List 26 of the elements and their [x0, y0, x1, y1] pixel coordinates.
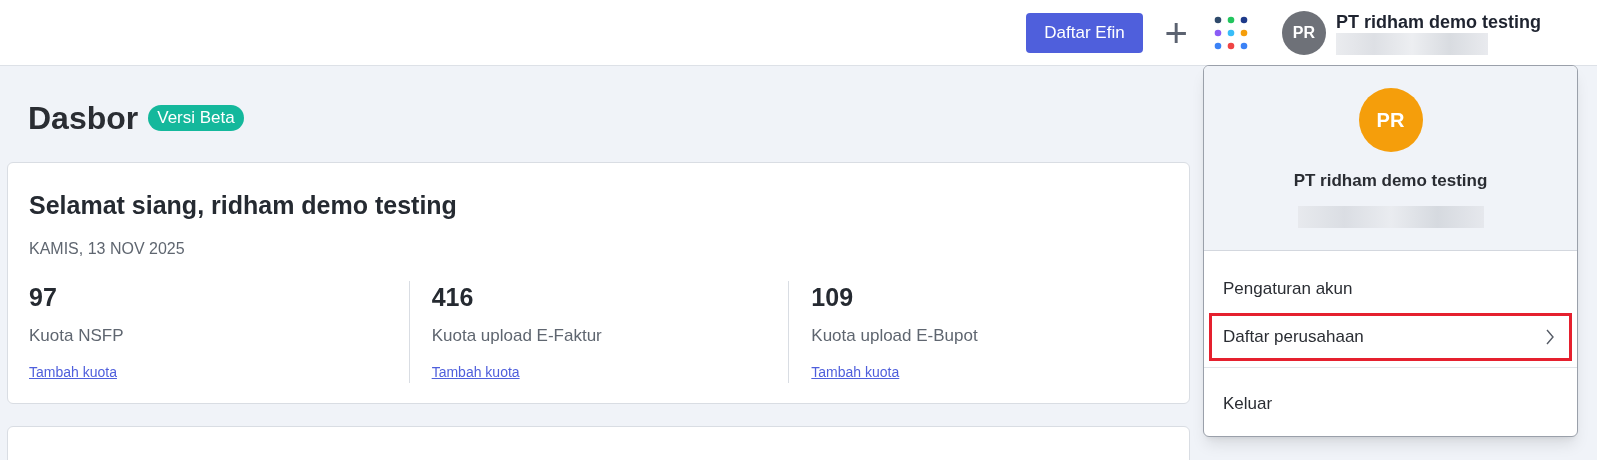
daftar-efin-button[interactable]: Daftar Efin: [1026, 12, 1143, 53]
stat-value: 416: [431, 281, 475, 313]
menu-item-label: Keluar: [1223, 392, 1273, 415]
stat-label: Kuota upload E-Bupot: [811, 324, 979, 347]
menu-item[interactable]: Daftar perusahaan: [1209, 312, 1572, 361]
menu-item[interactable]: Keluar: [1209, 379, 1572, 428]
beta-badge: Versi Beta: [148, 105, 244, 131]
menu-item[interactable]: Pengaturan akun: [1209, 264, 1572, 313]
avatar[interactable]: PR: [1281, 10, 1326, 55]
add-quota-link[interactable]: Tambah kuota: [811, 362, 900, 383]
stat-value: 109: [811, 281, 855, 313]
add-quota-link[interactable]: Tambah kuota: [431, 362, 520, 383]
avatar: PR: [1358, 88, 1423, 152]
account-name: PT ridham demo testing: [1335, 10, 1541, 33]
add-quota-link[interactable]: Tambah kuota: [29, 362, 117, 383]
menu-item-label: Pengaturan akun: [1223, 277, 1353, 300]
menu-item-label: Daftar perusahaan: [1223, 325, 1364, 348]
company-name: PT ridham demo testing: [1293, 170, 1488, 192]
stat-value: 97: [29, 281, 58, 313]
date-text: KAMIS, 13 NOV 2025: [29, 238, 186, 259]
greeting-title: Selamat siang, ridham demo testing: [29, 190, 458, 221]
stat-label: Kuota upload E-Faktur: [431, 324, 603, 347]
stat-label: Kuota NSFP: [29, 324, 125, 347]
app-grid-icon[interactable]: [1213, 15, 1248, 50]
plus-icon[interactable]: +: [1164, 12, 1188, 53]
page-title: Dasbor: [28, 99, 139, 138]
